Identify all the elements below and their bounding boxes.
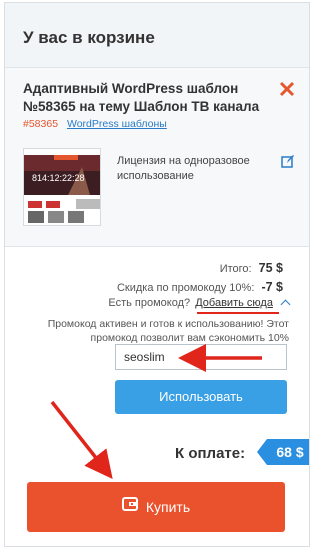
apply-promo-button[interactable]: Использовать [115, 380, 287, 414]
edit-license-button[interactable] [281, 154, 295, 168]
cart-title: У вас в корзине [23, 28, 155, 47]
wallet-icon [121, 481, 138, 531]
total-value: 75 $ [258, 261, 283, 275]
product-id: #58365 [23, 118, 59, 130]
total-label: Итого: [219, 263, 252, 275]
edit-icon [281, 155, 294, 168]
chevron-up-icon[interactable] [280, 299, 291, 310]
total-row: Итого: 75 $ [220, 261, 283, 275]
cart-header: У вас в корзине [5, 3, 309, 68]
discount-label: Скидка по промокоду 10%: [116, 282, 255, 294]
payment-amount-badge: 68 $ [257, 439, 309, 465]
product-category-link[interactable]: WordPress шаблоны [67, 118, 167, 130]
discount-value: -7 $ [261, 280, 283, 294]
add-promo-link[interactable]: Добавить сюда [195, 297, 273, 309]
discount-row: Скидка по промокоду 10%: -7 $ [117, 280, 283, 294]
promo-status-note: Промокод активен и готов к использованию… [47, 318, 289, 344]
annotation-underline [197, 312, 279, 314]
buy-label: Купить [145, 499, 191, 515]
product-meta: #58365 WordPress шаблоны [23, 118, 167, 130]
promo-toggle-row: Есть промокод? Добавить сюда [108, 297, 291, 310]
promo-code-input[interactable] [115, 344, 287, 370]
remove-item-button[interactable] [279, 81, 295, 97]
payment-label: К оплате: [175, 445, 246, 462]
svg-text:814:12:22:28: 814:12:22:28 [32, 173, 85, 183]
buy-button[interactable]: Купить [27, 482, 285, 532]
cart-item: Адаптивный WordPress шаблон №58365 на те… [5, 68, 309, 247]
cart-panel: У вас в корзине Адаптивный WordPress шаб… [4, 2, 310, 547]
license-label: Лицензия на одноразовое использование [117, 155, 250, 182]
product-title[interactable]: Адаптивный WordPress шаблон №58365 на те… [23, 80, 263, 116]
close-icon [279, 81, 295, 97]
template-preview-image: 814:12:22:28 [24, 149, 100, 225]
product-thumbnail[interactable]: 814:12:22:28 [23, 148, 101, 226]
promo-question: Есть промокод? [108, 297, 191, 309]
